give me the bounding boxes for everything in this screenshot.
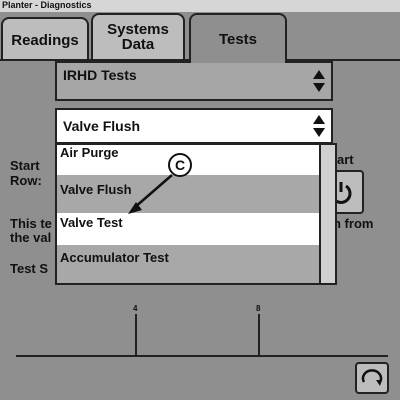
test-type-dropdown[interactable]: Air Purge Valve Flush Valve Test Accumul… — [55, 143, 337, 285]
refresh-button[interactable] — [355, 362, 389, 394]
tab-readings-label: Readings — [11, 31, 79, 49]
select-arrows-icon — [313, 115, 325, 137]
test-group-value: IRHD Tests — [63, 67, 137, 83]
test-group-select[interactable]: IRHD Tests — [55, 61, 333, 101]
test-type-select[interactable]: Valve Flush — [55, 108, 333, 144]
tab-bar: Readings Systems Data Tests — [0, 11, 400, 63]
chart-tick-label: 4 — [133, 304, 138, 313]
description-line2: the val — [10, 230, 52, 245]
description-line1: This te — [10, 216, 52, 231]
dropdown-option[interactable]: Accumulator Test — [57, 245, 319, 283]
callout-label: C — [168, 153, 192, 177]
chart-tick — [135, 314, 137, 356]
start-label: Start — [10, 158, 40, 173]
dropdown-option[interactable]: Valve Test — [57, 213, 319, 245]
description-line1-end: n from — [333, 216, 374, 231]
dropdown-option[interactable]: Valve Flush — [57, 175, 319, 213]
dropdown-scrollbar[interactable] — [319, 145, 335, 283]
tab-systems-data-label: Systems Data — [107, 22, 169, 52]
refresh-icon — [361, 369, 383, 386]
start-label-right: art — [337, 152, 354, 167]
test-status-label: Test S — [10, 261, 49, 276]
chart-tick-label: 8 — [256, 304, 261, 313]
tab-systems-data[interactable]: Systems Data — [91, 13, 185, 59]
tab-tests-label: Tests — [218, 30, 258, 48]
tab-systems-label-line2: Data — [121, 36, 155, 53]
chart-tick — [258, 314, 260, 356]
row-label: Row: — [10, 173, 42, 188]
tab-systems-label-line1: Systems — [107, 21, 169, 38]
tab-divider-gap — [191, 58, 285, 62]
select-arrows-icon — [313, 70, 325, 92]
tab-tests[interactable]: Tests — [189, 13, 287, 63]
test-type-value: Valve Flush — [63, 118, 141, 134]
chart-axis — [16, 355, 388, 357]
tab-readings[interactable]: Readings — [1, 17, 89, 61]
